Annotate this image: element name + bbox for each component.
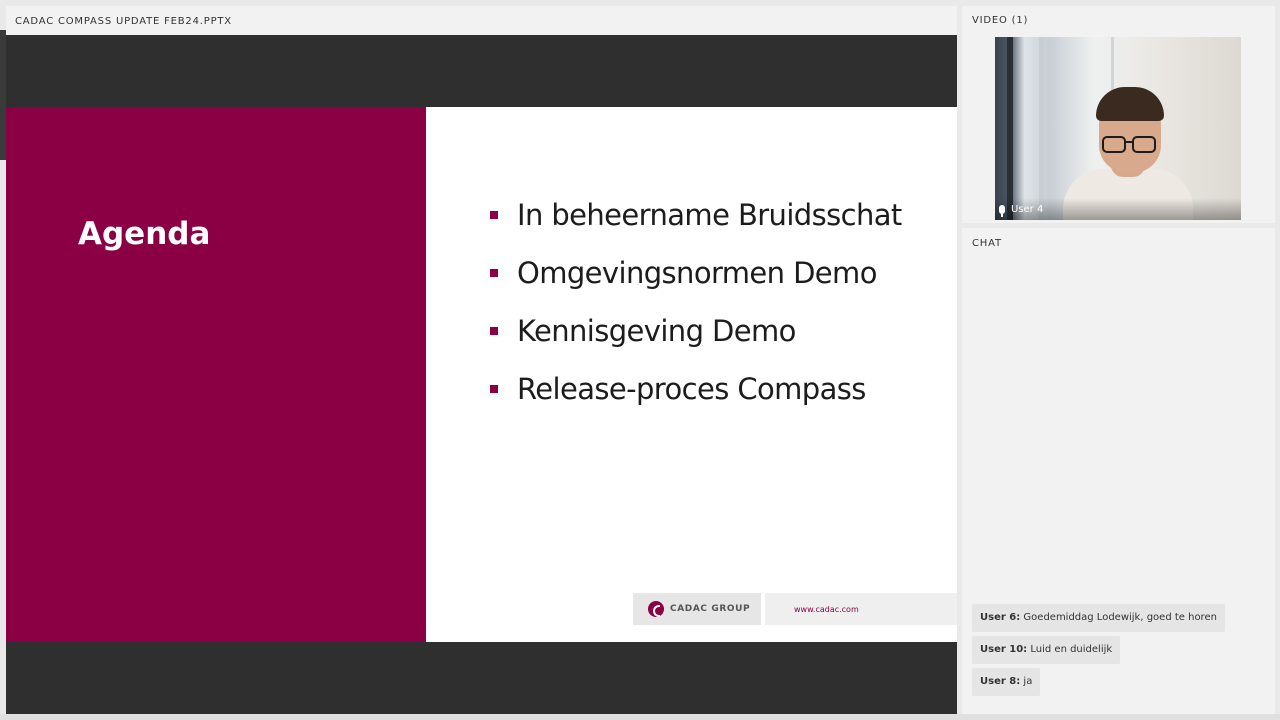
slide-title: Agenda	[78, 216, 211, 252]
agenda-item: Omgevingsnormen Demo	[490, 253, 902, 311]
chat-message: User 8: ja	[972, 668, 1041, 696]
bullet-icon	[490, 385, 498, 393]
presentation-pod: CADAC COMPASS UPDATE FEB24.PPTX Agenda I…	[6, 6, 957, 714]
agenda-item: Release-proces Compass	[490, 369, 902, 427]
agenda-item: In beheername Bruidsschat	[490, 195, 902, 253]
glasses	[1126, 141, 1132, 143]
bullet-icon	[490, 327, 498, 335]
presentation-filename: CADAC COMPASS UPDATE FEB24.PPTX	[15, 16, 232, 27]
chat-messages: User 6: Goedemiddag Lodewijk, goed te ho…	[972, 604, 1225, 696]
video-feed[interactable]: User 4	[995, 37, 1241, 220]
slide-title-panel: Agenda	[6, 107, 426, 642]
video-pod-header: VIDEO (1)	[972, 15, 1029, 26]
microphone-icon	[999, 204, 1005, 217]
glasses	[1132, 136, 1156, 153]
chat-message: User 6: Goedemiddag Lodewijk, goed te ho…	[972, 604, 1225, 632]
agenda-list: In beheername Bruidsschat Omgevingsnorme…	[490, 195, 902, 427]
window-frame	[1007, 37, 1013, 220]
chat-message: User 10: Luid en duidelijk	[972, 636, 1121, 664]
chat-pod-header: CHAT	[972, 238, 1002, 249]
video-pod: VIDEO (1) User 4	[962, 6, 1275, 223]
slide[interactable]: Agenda In beheername Bruidsschat Omgevin…	[6, 107, 957, 642]
cadac-logo: CADAC GROUP	[633, 593, 761, 625]
bullet-icon	[490, 269, 498, 277]
participant-name: User 4	[1011, 203, 1044, 215]
bullet-icon	[490, 211, 498, 219]
chat-pod: CHAT User 6: Goedemiddag Lodewijk, goed …	[962, 228, 1275, 714]
window-frame	[1039, 37, 1044, 220]
presentation-pod-header: CADAC COMPASS UPDATE FEB24.PPTX	[6, 6, 957, 35]
slide-url: www.cadac.com	[765, 593, 957, 625]
agenda-item: Kennisgeving Demo	[490, 311, 902, 369]
bottom-strip	[0, 714, 1280, 720]
cadac-logo-icon	[648, 601, 664, 617]
glasses	[1102, 136, 1126, 153]
video-label: User 4	[995, 198, 1241, 220]
logo-text: CADAC GROUP	[670, 604, 751, 614]
